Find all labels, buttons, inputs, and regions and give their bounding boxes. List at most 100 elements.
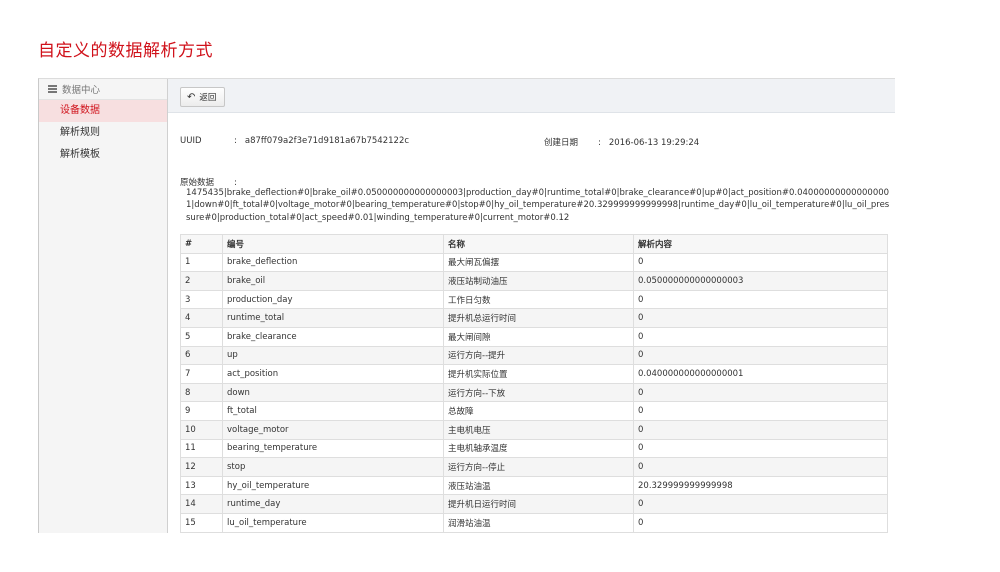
table-cell: 0 — [633, 345, 888, 366]
table-row: 3 production_day 工作日匀数 0 — [180, 289, 888, 310]
back-button[interactable]: ↶ 返回 — [180, 87, 226, 107]
created-date-label: 创建日期 — [544, 138, 579, 148]
table-row: 14 runtime_day 提升机日运行时间 0 — [180, 494, 888, 514]
table-cell: 0 — [633, 289, 888, 310]
table-cell: 3 — [180, 289, 223, 310]
table-cell: stop — [222, 457, 444, 477]
table-cell: 0 — [633, 401, 888, 421]
undo-icon: ↶ — [187, 91, 196, 103]
sidebar-item-parse-templates[interactable]: 解析模板 — [39, 144, 167, 166]
column-header: # — [180, 234, 223, 254]
table-cell: 12 — [180, 457, 223, 477]
table-cell: 9 — [180, 401, 223, 421]
table-cell: hy_oil_temperature — [222, 475, 444, 496]
table-cell: voltage_motor — [222, 419, 444, 440]
table-cell: bearing_temperature — [222, 438, 444, 459]
table-cell: 运行方向--提升 — [443, 345, 634, 366]
table-cell: 0 — [633, 457, 888, 477]
table-row: 15 lu_oil_temperature 润滑站油温 0 — [180, 512, 888, 533]
page-title: 自定义的数据解析方式 — [38, 41, 213, 61]
table-row: 4 runtime_total 提升机总运行时间 0 — [180, 308, 888, 328]
table-cell: ft_total — [222, 401, 444, 421]
column-header: 编号 — [222, 234, 444, 254]
table-cell: 液压站油温 — [443, 475, 634, 496]
list-icon — [48, 85, 57, 93]
sidebar-item-label: 解析模板 — [60, 149, 100, 160]
table-cell: act_position — [222, 364, 444, 384]
table-cell: 最大闸瓦偏摆 — [443, 252, 634, 273]
table-cell: 0 — [633, 494, 888, 514]
table-cell: 0 — [633, 326, 888, 347]
app-frame: 数据中心 设备数据 解析规则 解析模板 ↶ 返回 UUID: a87ff079a2… — [38, 78, 895, 533]
table-row: 7 act_position 提升机实际位置 0.040000000000000001 — [180, 364, 888, 384]
table-cell: 13 — [180, 475, 223, 496]
table-cell: 液压站制动油压 — [443, 271, 634, 291]
table-body: 1 brake_deflection 最大闸瓦偏摆 0 2 brake_oil 液压站制动油… — [180, 252, 888, 533]
table-cell: 5 — [180, 326, 223, 347]
raw-data-value: 1475435|brake_deflection#0|brake_oil#0.0… — [186, 188, 890, 223]
table-cell: 20.329999999999998 — [633, 475, 888, 496]
uuid-value: a87ff079a2f3e71d9181a67b7542122c — [244, 136, 410, 146]
table-row: 12 stop 运行方向--停止 0 — [180, 457, 888, 477]
table-cell: 提升机实际位置 — [443, 364, 634, 384]
toolbar: ↶ 返回 — [168, 79, 895, 113]
table-cell: lu_oil_temperature — [222, 512, 444, 533]
table-cell: 工作日匀数 — [443, 289, 634, 310]
table-cell: 0 — [633, 308, 888, 328]
table-row: 6 up 运行方向--提升 0 — [180, 345, 888, 366]
created-date-colon: : — [598, 138, 601, 148]
table-cell: 0.040000000000000001 — [633, 364, 888, 384]
table-cell: 7 — [180, 364, 223, 384]
table-cell: 最大闸间隙 — [443, 326, 634, 347]
table-cell: 0 — [633, 512, 888, 533]
table-cell: 提升机总运行时间 — [443, 308, 634, 328]
main-content: ↶ 返回 UUID: a87ff079a2f3e71d9181a67b754212… — [168, 79, 895, 533]
created-date-row: 创建日期:2016-06-13 19:29:24 — [544, 136, 699, 148]
table-row: 5 brake_clearance 最大闸间隙 0 — [180, 326, 888, 347]
table-row: 8 down 运行方向--下放 0 — [180, 382, 888, 403]
table-cell: 11 — [180, 438, 223, 459]
sidebar: 数据中心 设备数据 解析规则 解析模板 — [39, 79, 168, 533]
table-cell: 0 — [633, 382, 888, 403]
table-cell: 2 — [180, 271, 223, 291]
sidebar-item-device-data[interactable]: 设备数据 — [39, 100, 167, 122]
table-cell: 主电机电压 — [443, 419, 634, 440]
table-cell: production_day — [222, 289, 444, 310]
table-cell: runtime_total — [222, 308, 444, 328]
table-row: 13 hy_oil_temperature 液压站油温 20.329999999999… — [180, 475, 888, 496]
table-cell: 4 — [180, 308, 223, 328]
sidebar-item-label: 设备数据 — [60, 105, 100, 116]
created-date-value: 2016-06-13 19:29:24 — [608, 138, 700, 148]
sidebar-header-label: 数据中心 — [62, 85, 101, 96]
table-row: 2 brake_oil 液压站制动油压 0.050000000000000003 — [180, 271, 888, 291]
table-row: 1 brake_deflection 最大闸瓦偏摆 0 — [180, 252, 888, 273]
table-row: 11 bearing_temperature 主电机轴承温度 0 — [180, 438, 888, 459]
back-button-label: 返回 — [199, 93, 217, 103]
table-cell: 0.050000000000000003 — [633, 271, 888, 291]
table-cell: 10 — [180, 419, 223, 440]
table-cell: 0 — [633, 419, 888, 440]
uuid-colon: : — [234, 136, 237, 146]
uuid-row: UUID: a87ff079a2f3e71d9181a67b7542122c — [180, 136, 409, 146]
table-cell: 润滑站油温 — [443, 512, 634, 533]
table-cell: 8 — [180, 382, 223, 403]
table-cell: runtime_day — [222, 494, 444, 514]
table-cell: brake_clearance — [222, 326, 444, 347]
uuid-label: UUID — [180, 136, 202, 146]
table-row: 9 ft_total 总故障 0 — [180, 401, 888, 421]
parsed-data-table: # 编号 名称 解析内容 1 brake_deflection 最大闸瓦偏摆 0 2 br… — [180, 234, 888, 533]
table-header-row: # 编号 名称 解析内容 — [180, 234, 888, 254]
sidebar-item-label: 解析规则 — [60, 127, 100, 138]
table-cell: brake_deflection — [222, 252, 444, 273]
table-cell: 运行方向--停止 — [443, 457, 634, 477]
table-cell: 总故障 — [443, 401, 634, 421]
table-cell: 15 — [180, 512, 223, 533]
table-cell: 0 — [633, 252, 888, 273]
table-cell: up — [222, 345, 444, 366]
table-cell: down — [222, 382, 444, 403]
table-cell: brake_oil — [222, 271, 444, 291]
column-header: 解析内容 — [633, 234, 888, 254]
sidebar-item-parse-rules[interactable]: 解析规则 — [39, 122, 167, 144]
sidebar-header: 数据中心 — [39, 79, 167, 100]
table-cell: 1 — [180, 252, 223, 273]
